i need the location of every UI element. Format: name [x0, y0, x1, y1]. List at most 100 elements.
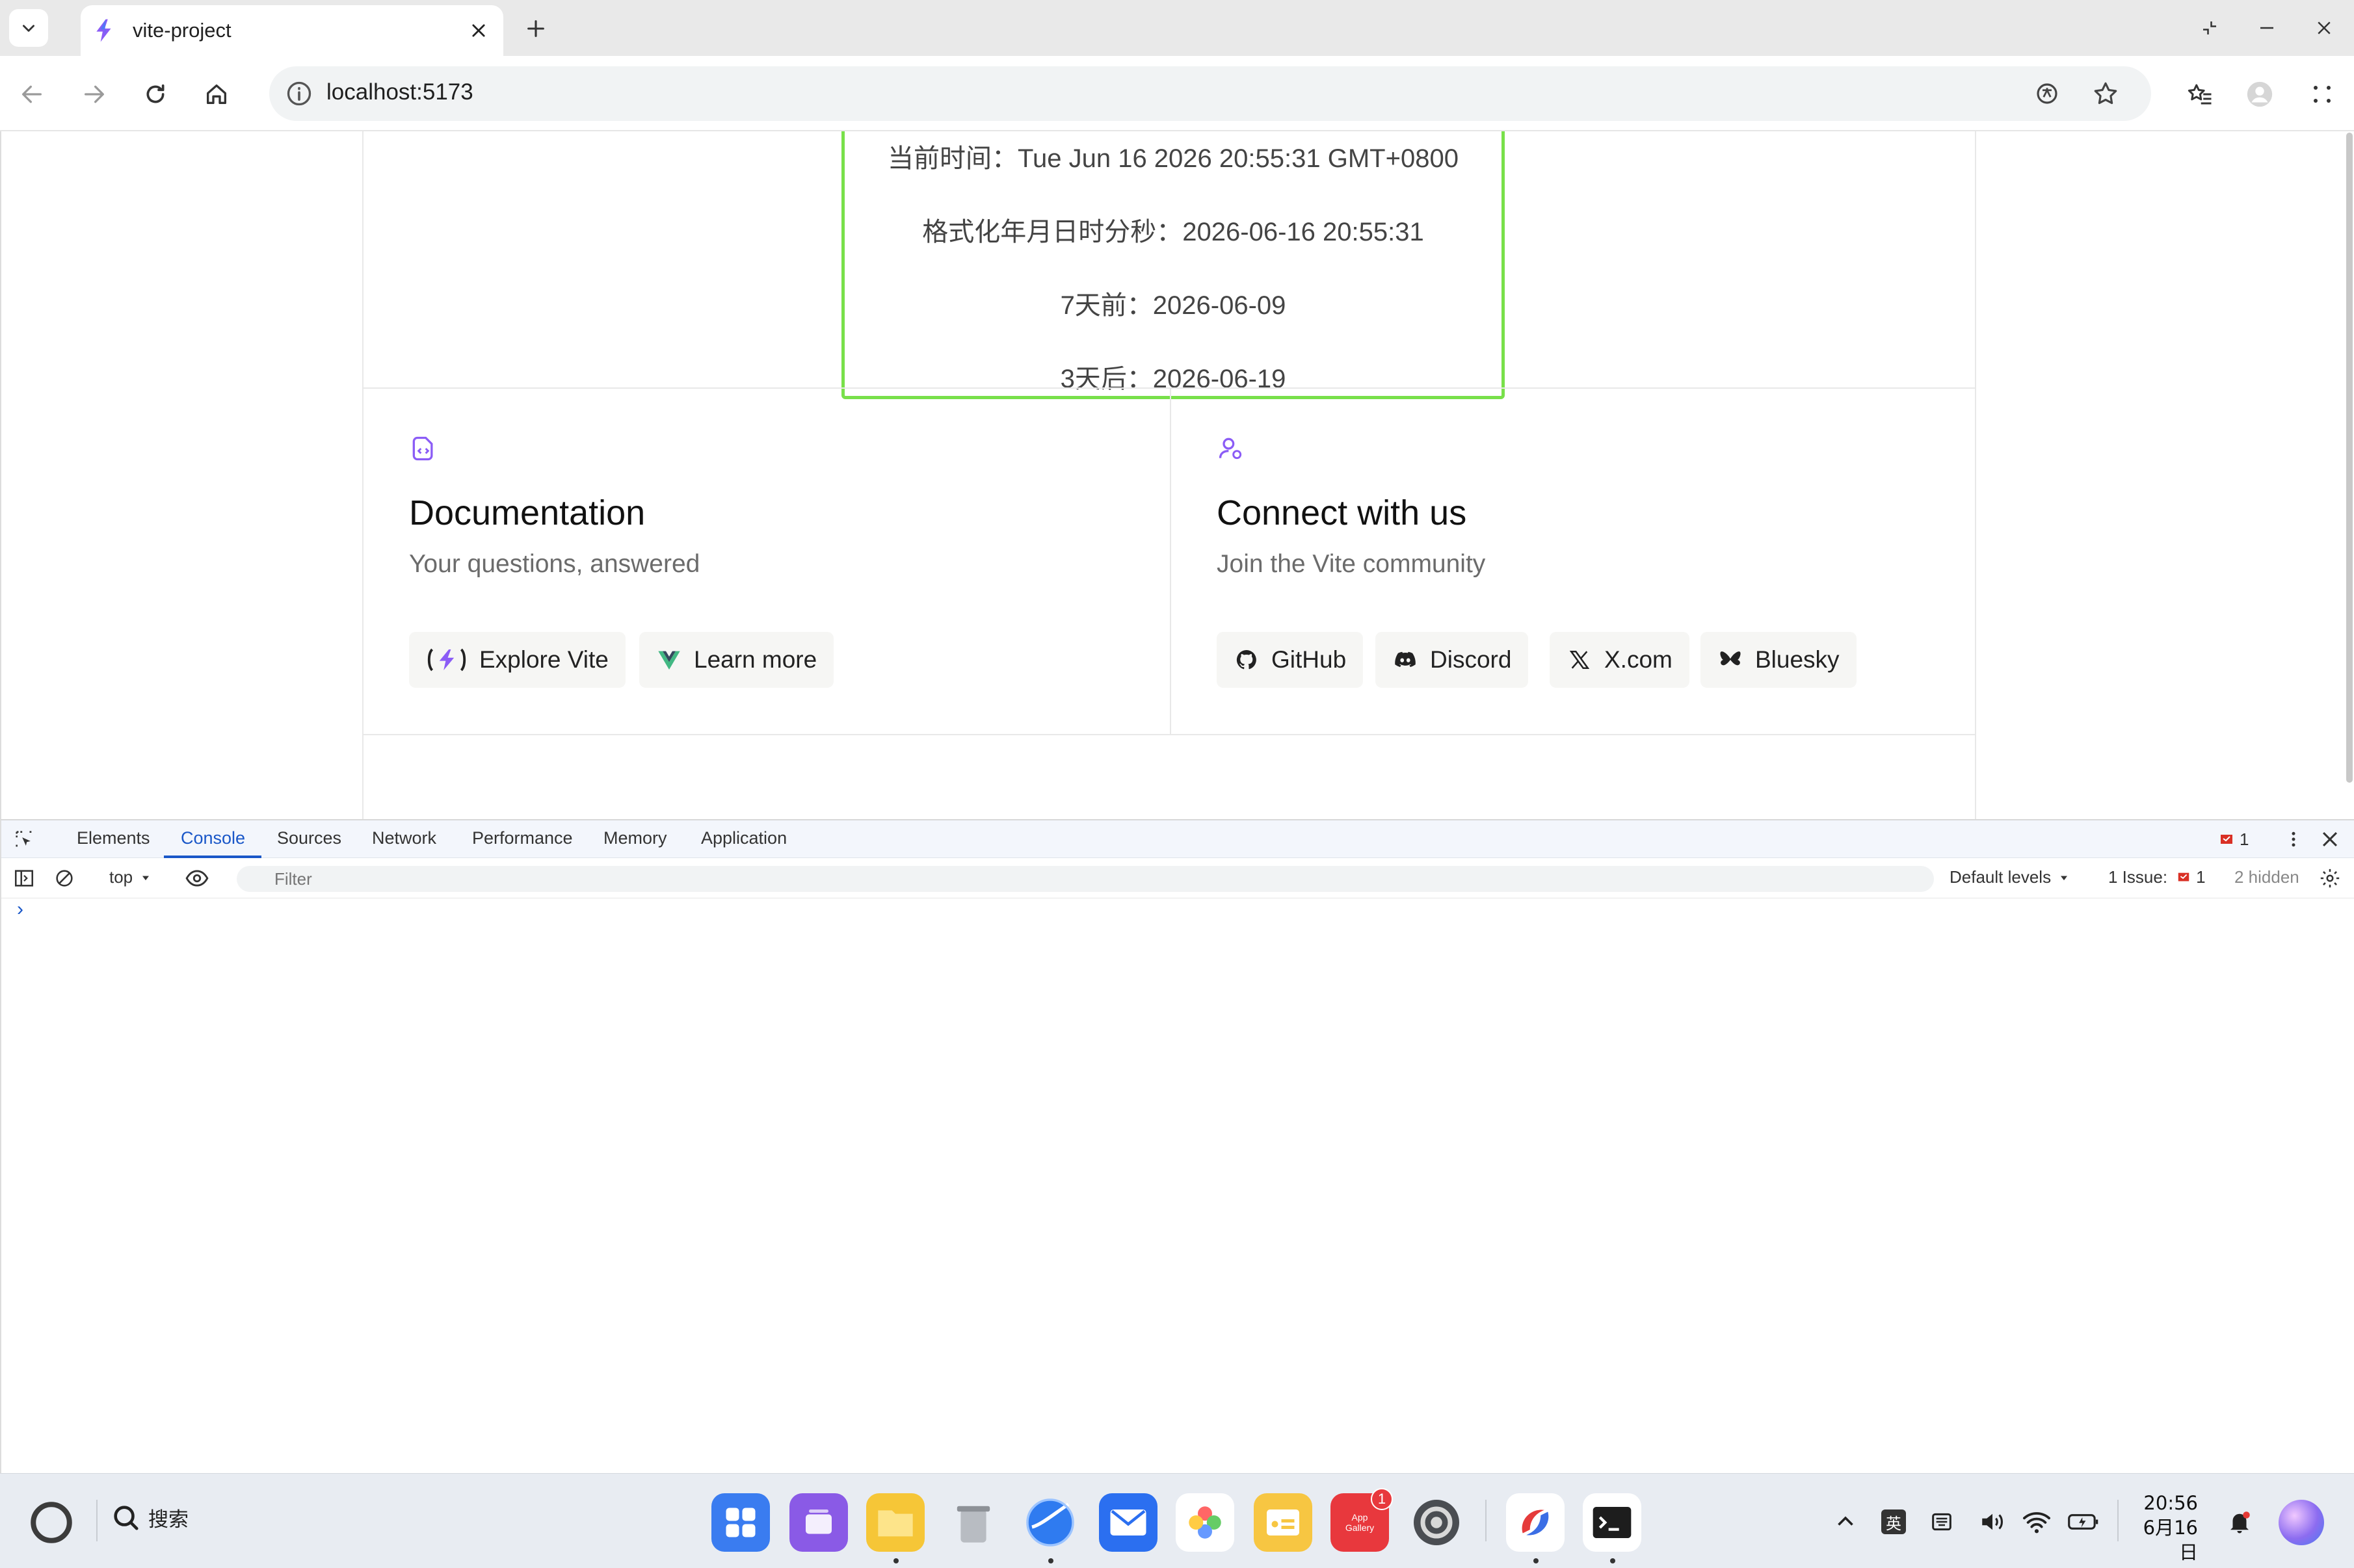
x-logo-icon: [1567, 647, 1593, 673]
butterfly-icon: [1717, 647, 1743, 673]
start-button[interactable]: [27, 1498, 75, 1547]
console-prompt[interactable]: ›: [17, 898, 23, 921]
clear-console-button[interactable]: [53, 867, 75, 889]
tab-performance[interactable]: Performance: [472, 828, 573, 848]
back-button[interactable]: [14, 77, 49, 112]
terminal-icon[interactable]: [1583, 1493, 1641, 1552]
inspect-element-button[interactable]: [13, 828, 35, 850]
github-button[interactable]: GitHub: [1217, 632, 1364, 688]
info-icon[interactable]: [285, 79, 313, 108]
caret-down-icon: [142, 876, 150, 880]
multitask-icon[interactable]: [789, 1493, 848, 1552]
console-output[interactable]: ›: [1, 898, 2354, 1474]
url-text[interactable]: localhost:5173: [326, 79, 473, 105]
formatted-time-text: 格式化年月日时分秒：2026-06-16 20:55:31: [922, 218, 1424, 246]
context-label: top: [109, 867, 133, 887]
bookmark-star-button[interactable]: [2090, 78, 2121, 109]
discord-icon: [1392, 647, 1418, 673]
live-expression-button[interactable]: [183, 866, 211, 891]
sidebar-toggle-button[interactable]: [13, 867, 35, 889]
context-selector[interactable]: top: [109, 867, 152, 887]
browser-icon[interactable]: [1021, 1493, 1079, 1552]
star-icon: [2094, 82, 2117, 105]
tab-memory[interactable]: Memory: [603, 828, 667, 848]
log-levels-dropdown[interactable]: Default levels: [1950, 867, 2070, 887]
home-button[interactable]: [199, 77, 234, 112]
ide-app-icon[interactable]: [1506, 1493, 1565, 1552]
explore-vite-button[interactable]: Explore Vite: [409, 632, 626, 688]
gear-icon: [2320, 869, 2340, 888]
learn-more-label: Learn more: [694, 646, 817, 673]
notes-icon[interactable]: [1254, 1493, 1312, 1552]
browser-toolbar: localhost:5173: [0, 56, 2354, 131]
devtools-menu-button[interactable]: [2284, 828, 2303, 850]
mail-icon[interactable]: [1099, 1493, 1157, 1552]
file-manager-icon[interactable]: [866, 1493, 925, 1552]
documentation-icon: [412, 436, 433, 461]
tab-list-button[interactable]: [9, 9, 48, 47]
bluesky-button[interactable]: Bluesky: [1700, 632, 1857, 688]
settings-icon[interactable]: [1407, 1493, 1466, 1552]
gallery-icon[interactable]: [1176, 1493, 1234, 1552]
address-bar[interactable]: localhost:5173: [269, 66, 2151, 121]
restore-window-button[interactable]: [2194, 13, 2225, 43]
keyboard-icon: [1932, 1513, 1951, 1531]
assistant-orb-icon[interactable]: [2279, 1500, 2324, 1545]
browser-menu-button[interactable]: [2305, 77, 2340, 112]
recycle-bin-icon[interactable]: [944, 1493, 1003, 1552]
discord-label: Discord: [1430, 646, 1512, 673]
inspect-icon: [16, 831, 32, 847]
battery-button[interactable]: [2068, 1506, 2099, 1537]
translate-button[interactable]: [2031, 78, 2063, 109]
tab-application[interactable]: Application: [701, 828, 787, 848]
chevron-up-icon: [1838, 1516, 1853, 1526]
clock[interactable]: 20:56 6月16日: [2128, 1491, 2198, 1565]
plus-icon: [527, 20, 544, 37]
translate-icon: [2037, 83, 2057, 104]
browser-tab[interactable]: vite-project: [81, 5, 503, 56]
sidebar-icon: [14, 870, 34, 887]
page-content: 当前时间：Tue Jun 16 2026 20:55:31 GMT+0800 格…: [362, 131, 1976, 819]
console-filter-input[interactable]: [237, 866, 1934, 892]
keyboard-button[interactable]: [1926, 1506, 1957, 1537]
tab-close-button[interactable]: [466, 18, 492, 44]
x-com-button[interactable]: X.com: [1550, 632, 1689, 688]
vue-logo-icon: [656, 647, 682, 673]
notifications-button[interactable]: [2224, 1506, 2255, 1537]
reload-button[interactable]: [138, 77, 173, 112]
devtools-close-button[interactable]: [2319, 828, 2341, 850]
input-method-button[interactable]: 英: [1878, 1506, 1909, 1537]
minimize-window-button[interactable]: [2251, 13, 2282, 43]
tab-sources[interactable]: Sources: [277, 828, 341, 848]
battery-icon: [2068, 1514, 2098, 1530]
search-button[interactable]: 搜索: [111, 1502, 189, 1532]
tab-elements[interactable]: Elements: [77, 828, 150, 848]
running-indicator: [1610, 1558, 1615, 1563]
tray-expand-button[interactable]: [1830, 1506, 1861, 1537]
clear-icon: [56, 870, 73, 887]
app-launcher-icon[interactable]: [711, 1493, 770, 1552]
new-tab-button[interactable]: [520, 13, 551, 44]
home-icon: [207, 85, 226, 104]
vite-logo-icon: [426, 647, 468, 673]
issue-flag-icon: [2178, 872, 2189, 881]
discord-button[interactable]: Discord: [1375, 632, 1529, 688]
console-settings-button[interactable]: [2319, 867, 2341, 889]
favorites-button[interactable]: [2182, 77, 2217, 112]
tab-console[interactable]: Console: [181, 828, 245, 848]
devtools-panel: Elements Console Sources Network Perform…: [0, 819, 2354, 1473]
scrollbar-thumb[interactable]: [2346, 133, 2353, 783]
profile-button[interactable]: [2242, 77, 2277, 112]
issue-badge[interactable]: 1: [2219, 830, 2249, 850]
app-gallery-badge: 1: [1371, 1488, 1393, 1510]
wifi-button[interactable]: [2021, 1506, 2052, 1537]
tab-network[interactable]: Network: [372, 828, 436, 848]
close-window-button[interactable]: [2308, 13, 2340, 43]
volume-button[interactable]: [1977, 1506, 2008, 1537]
documentation-title: Documentation: [409, 493, 646, 532]
learn-more-button[interactable]: Learn more: [639, 632, 834, 688]
issues-counter[interactable]: 1 Issue: 1: [2108, 867, 2206, 887]
page-scrollbar[interactable]: [2345, 131, 2354, 819]
forward-button[interactable]: [77, 77, 112, 112]
chevron-down-icon: [23, 25, 34, 32]
